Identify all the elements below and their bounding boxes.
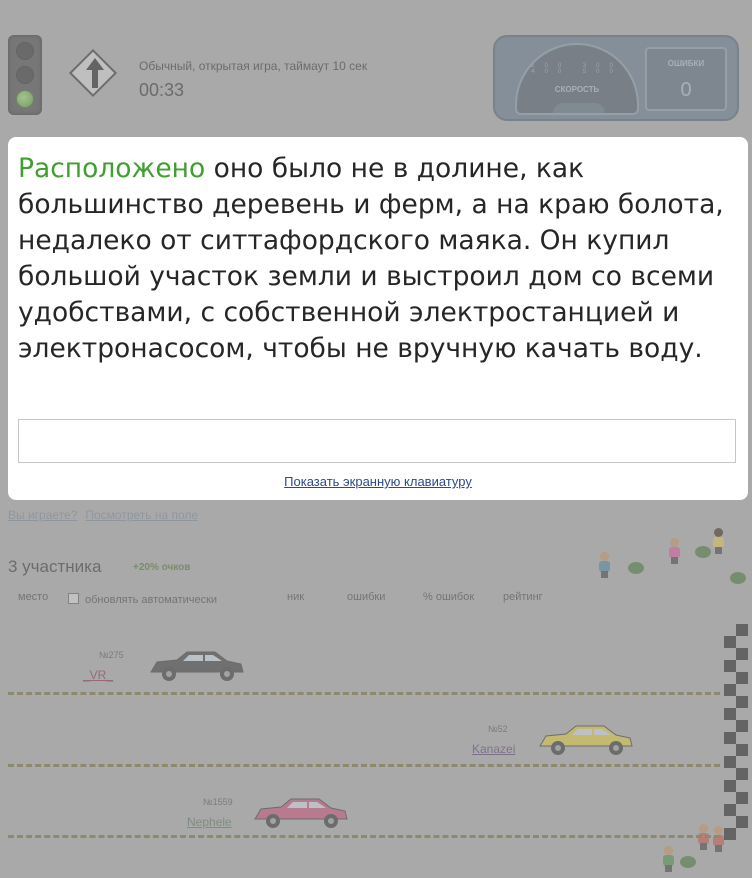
lane-divider (8, 835, 720, 838)
bush (628, 562, 644, 574)
column-place: место (18, 591, 49, 603)
bush (695, 546, 711, 558)
racer-rank: №275 (99, 650, 124, 660)
auto-update-checkbox[interactable] (68, 593, 79, 604)
racer-car (150, 651, 244, 681)
racer-nick[interactable]: Nephele (187, 815, 232, 829)
show-keyboard-link[interactable]: Показать экранную клавиатуру (8, 474, 748, 489)
column-error-pct: % ошибок (423, 591, 475, 603)
racer-car (254, 798, 348, 828)
red-lamp (16, 42, 34, 60)
traffic-light-icon (8, 35, 42, 115)
typing-input[interactable] (18, 419, 736, 463)
typing-text: Расположено оно было не в долине, как бо… (18, 151, 740, 367)
finish-line (724, 624, 748, 840)
spectator (712, 826, 724, 852)
racer-nick[interactable]: Kanazei (472, 742, 515, 756)
game-timer: 00:33 (139, 80, 185, 100)
errors-counter: ОШИБКИ 0 (645, 47, 727, 111)
help-links: Вы играете? Посмотреть на поле (8, 508, 206, 522)
spectator (662, 846, 674, 872)
typing-panel: Расположено оно было не в долине, как бо… (8, 137, 748, 500)
up-arrow-icon (86, 58, 104, 88)
green-lamp (16, 90, 34, 108)
lane-divider (8, 692, 720, 695)
column-nick: ник (287, 591, 305, 603)
participants-count: 3 участника (8, 557, 102, 576)
bush (730, 572, 746, 584)
view-field-link[interactable]: Посмотреть на поле (85, 508, 198, 522)
spectator (598, 552, 610, 578)
racer-nick[interactable]: _VR_ (83, 668, 113, 682)
spectator (712, 528, 724, 554)
column-errors: ошибки (347, 591, 386, 603)
remaining-text: оно было не в долине, как большинство де… (18, 153, 724, 364)
bush (680, 856, 696, 868)
yellow-lamp (16, 66, 34, 84)
speed-label: СКОРОСТЬ (554, 85, 600, 94)
racer-rank: №1559 (203, 797, 233, 807)
speedometer-cap (553, 103, 605, 113)
speedometer-ticks: 200 300 400 500 (531, 63, 623, 75)
are-you-playing-link[interactable]: Вы играете? (8, 508, 77, 522)
errors-label: ОШИБКИ (667, 59, 705, 68)
bonus-badge: +20% очков (133, 562, 191, 573)
spectator (668, 538, 680, 564)
column-rating: рейтинг (503, 591, 543, 603)
speedometer: 200 300 400 500 СКОРОСТЬ (515, 43, 639, 115)
racer-rank: №52 (488, 724, 508, 734)
dashboard: 200 300 400 500 СКОРОСТЬ ОШИБКИ 0 (493, 35, 739, 121)
lane-divider (8, 764, 720, 767)
errors-value: 0 (680, 79, 692, 101)
typed-word: Расположено (18, 153, 206, 184)
racer-car (539, 725, 633, 755)
auto-update-label: обновлять автоматически (85, 594, 218, 606)
game-mode-label: Обычный, открытая игра, таймаут 10 сек (139, 59, 368, 73)
